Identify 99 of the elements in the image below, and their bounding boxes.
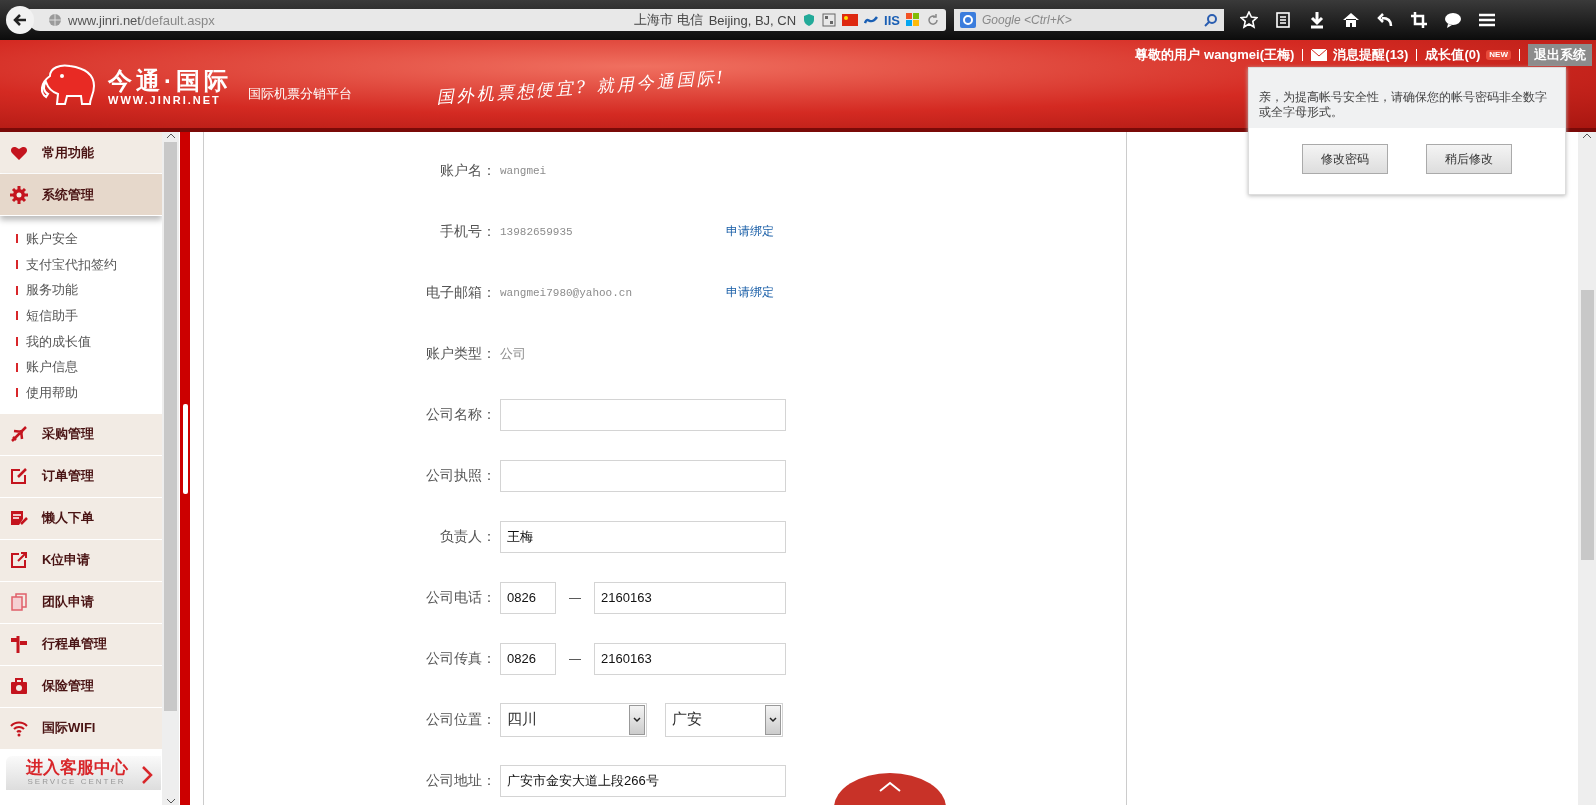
sidebar-menu-item[interactable]: 系统管理 <box>0 174 163 216</box>
url-text: www.jinri.net/default.aspx <box>68 12 215 28</box>
messages-link[interactable]: 消息提醒(13) <box>1333 46 1409 64</box>
chevron-up-icon <box>878 781 902 793</box>
shield-icon <box>802 13 817 27</box>
chat-bubble-icon[interactable] <box>1444 11 1462 29</box>
growth-value-link[interactable]: 成长值(0) <box>1425 46 1481 64</box>
input-field[interactable]: 广安市金安大道上段266号 <box>500 764 786 797</box>
bag-icon <box>10 677 28 696</box>
sidebar-menu-item[interactable]: K位申请 <box>0 539 163 582</box>
input-field[interactable] <box>500 398 786 431</box>
popup-button[interactable]: 修改密码 <box>1302 144 1388 174</box>
input-field[interactable] <box>500 459 786 492</box>
envelope-icon <box>1311 49 1328 61</box>
user-greeting: 尊敬的用户 wangmei(王梅) <box>1135 46 1295 64</box>
iis-text: IIS <box>884 12 900 28</box>
reload-icon[interactable] <box>926 13 940 27</box>
service-center-button[interactable]: 进入客服中心 SERVICE CENTER <box>6 755 161 790</box>
location-city-text: Beijing, BJ, CN <box>708 12 797 28</box>
back-arrow-icon <box>12 12 28 28</box>
bind-link[interactable]: 申请绑定 <box>726 223 774 240</box>
back-button[interactable] <box>6 6 34 34</box>
scroll-up-icon <box>165 132 176 140</box>
sidebar-menu-item[interactable]: 团队申请 <box>0 581 163 624</box>
scrollbar[interactable] <box>1578 132 1596 805</box>
grid-icon <box>822 13 837 27</box>
area-code-field[interactable]: 0826 <box>500 581 556 614</box>
submenu-item[interactable]: 短信助手 <box>26 306 78 325</box>
field-label: 公司传真： <box>425 649 497 668</box>
signpost-icon <box>10 635 28 654</box>
undo-icon[interactable] <box>1376 11 1394 29</box>
field-label: 负责人： <box>439 527 497 546</box>
field-label: 公司地址： <box>425 771 497 790</box>
address-bar[interactable]: www.jinri.net/default.aspx 上海市 电信 Beijing, BJ, CN IIS <box>28 9 946 31</box>
number-field[interactable]: 2160163 <box>594 642 786 675</box>
submenu-item[interactable]: 我的成长值 <box>26 332 91 351</box>
field-label: 公司名称： <box>425 405 497 424</box>
search-placeholder: Google <Ctrl+K> <box>982 13 1073 27</box>
submenu-item[interactable]: 账户信息 <box>26 358 78 377</box>
field-label: 电子邮箱： <box>425 283 497 302</box>
menu-icon[interactable] <box>1478 11 1496 29</box>
submenu-item[interactable]: 服务功能 <box>26 281 78 300</box>
area-code-field[interactable]: 0826 <box>500 642 556 675</box>
scroll-up-icon <box>1582 132 1592 140</box>
external-link-icon <box>10 551 28 570</box>
scroll-down-icon <box>165 797 176 805</box>
windows-logo-icon <box>906 13 920 27</box>
sidebar-menu-item[interactable]: 国际WIFI <box>0 707 163 750</box>
document-pen-icon <box>10 509 28 528</box>
sidebar-menu-item[interactable]: 行程单管理 <box>0 623 163 666</box>
download-icon[interactable] <box>1308 11 1326 29</box>
separator-text: — <box>568 651 582 666</box>
tagline-text: 国际机票分销平台 <box>248 85 352 103</box>
search-icon <box>1204 13 1218 27</box>
submenu-item[interactable]: 支付宝代扣签约 <box>26 255 117 274</box>
location-isp-text: 上海市 电信 <box>634 11 703 29</box>
sidebar-menu-item[interactable]: 采购管理 <box>0 413 163 456</box>
sidebar-menu-item[interactable]: 常用功能 <box>0 132 163 174</box>
popup-button[interactable]: 稍后修改 <box>1426 144 1512 174</box>
number-field[interactable]: 2160163 <box>594 581 786 614</box>
edit-icon <box>10 467 28 486</box>
scrollbar[interactable] <box>162 132 180 805</box>
dropdown[interactable]: 广安 <box>665 702 783 737</box>
wifi-icon <box>10 719 28 738</box>
globe-icon <box>48 13 62 27</box>
field-label: 公司电话： <box>425 588 497 607</box>
field-label: 公司位置： <box>425 710 497 729</box>
popup-message: 亲，为提高帐号安全性，请确保您的帐号密码非全数字或全字母形式。 <box>1249 68 1565 128</box>
logo-url-text: WWW.JINRI.NET <box>108 94 222 106</box>
slogan-text: 国外机票想便宜? 就用今通国际! <box>435 65 727 110</box>
list-icon[interactable] <box>1274 11 1292 29</box>
field-label: 账户类型： <box>425 344 497 363</box>
flag-icon <box>842 14 859 26</box>
star-icon[interactable] <box>1240 11 1258 29</box>
logo-text: 今通·国际 <box>108 68 232 94</box>
field-value: 公司 <box>500 344 527 363</box>
home-icon[interactable] <box>1342 11 1360 29</box>
field-value: 13982659935 <box>500 225 574 238</box>
new-badge: NEW <box>1486 50 1511 60</box>
airplane-icon <box>10 425 28 444</box>
bind-link[interactable]: 申请绑定 <box>726 284 774 301</box>
field-value: wangmei7980@yahoo.cn <box>500 286 634 299</box>
field-value: wangmei <box>500 164 548 177</box>
collapse-handle[interactable] <box>180 132 190 805</box>
input-field[interactable]: 王梅 <box>500 520 786 553</box>
sidebar-menu-item[interactable]: 保险管理 <box>0 665 163 708</box>
dropdown[interactable]: 四川 <box>500 702 647 737</box>
sidebar-menu-item[interactable]: 订单管理 <box>0 455 163 498</box>
field-label: 手机号： <box>439 222 497 241</box>
submenu-item[interactable]: 账户安全 <box>26 229 78 248</box>
documents-icon <box>10 593 28 612</box>
submenu-item[interactable]: 使用帮助 <box>26 383 78 402</box>
chevron-right-icon <box>141 764 153 785</box>
field-label: 账户名： <box>439 161 497 180</box>
separator-text: — <box>568 590 582 605</box>
crop-icon[interactable] <box>1410 11 1428 29</box>
gear-icon <box>10 185 28 204</box>
sidebar-menu-item[interactable]: 懒人下单 <box>0 497 163 540</box>
field-label: 公司执照： <box>425 466 497 485</box>
